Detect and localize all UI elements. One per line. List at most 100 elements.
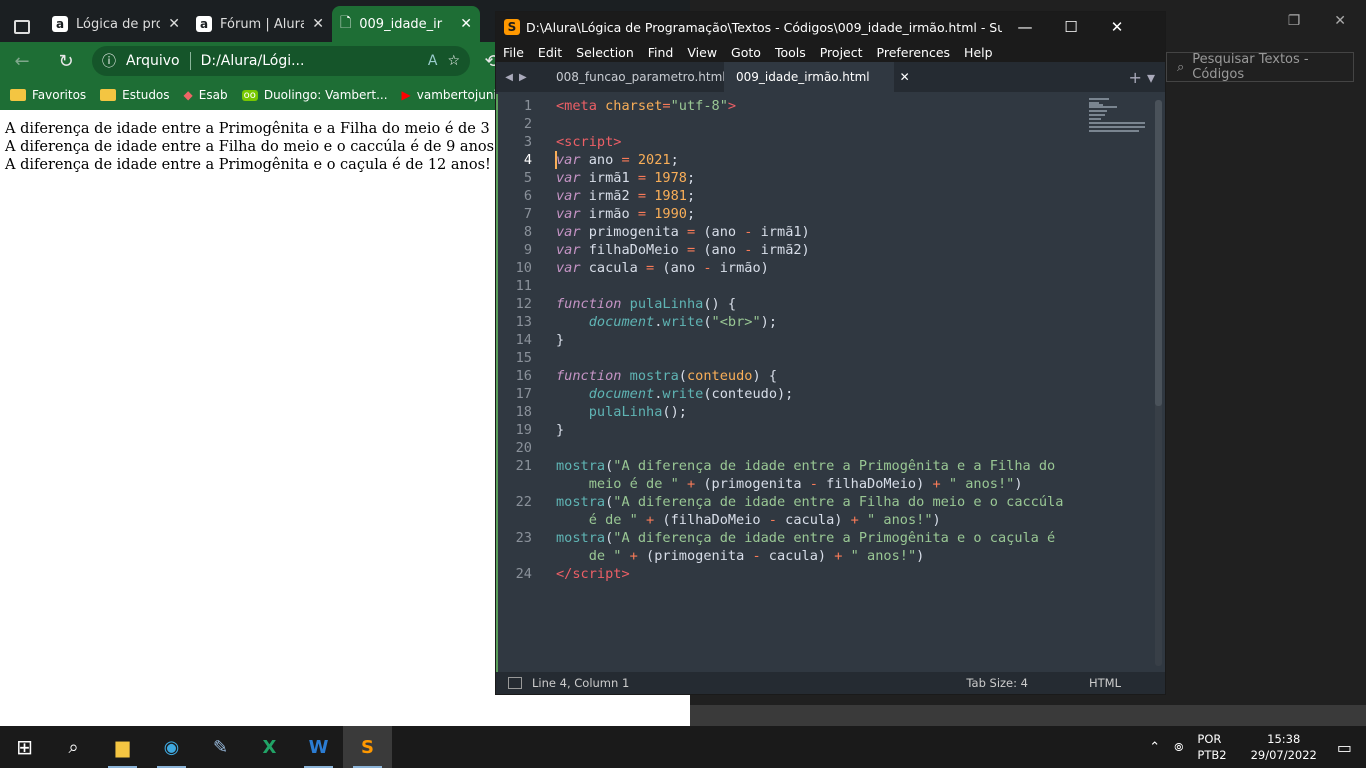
tab-nav-arrows[interactable]: ◀ ▶: [496, 62, 536, 92]
browser-tab-active[interactable]: 🗋 009_idade_irmã ✕: [332, 6, 480, 42]
search-icon[interactable]: ⌕: [49, 726, 98, 768]
window-title: D:\Alura\Lógica de Programação\Textos - …: [526, 19, 1002, 35]
menu-edit[interactable]: Edit: [531, 45, 569, 60]
address-bar[interactable]: ⓘ Arquivo D:/Alura/Lógi... A ☆: [92, 46, 470, 76]
code-line: document.write("<br>");: [588, 314, 778, 330]
line-number: 22: [515, 494, 532, 510]
address-value: D:/Alura/Lógi...: [200, 53, 305, 69]
menu-preferences[interactable]: Preferences: [870, 45, 958, 60]
code-line: mostra("A diferença de idade entre a Fil…: [556, 494, 1064, 510]
search-icon: ⌕: [1177, 59, 1185, 75]
line-number: 1: [523, 98, 532, 114]
line-number: 19: [515, 422, 532, 438]
menu-help[interactable]: Help: [957, 45, 1000, 60]
new-tab-plus-icon[interactable]: + ▾: [1128, 68, 1155, 87]
excel-icon[interactable]: X: [245, 726, 294, 768]
browser-tab[interactable]: a Lógica de prog ✕: [44, 6, 188, 42]
code-line: function mostra(conteudo) {: [556, 368, 778, 384]
close-icon[interactable]: ✕: [1334, 13, 1346, 29]
line-number-gutter: 1 2 3 4 5 6 7 8 9 10 11 12 13 14 15 16 17 18 19 20 21 22 23 24: [496, 94, 542, 676]
explorer-search-input[interactable]: ⌕ Pesquisar Textos - Códigos: [1166, 52, 1354, 82]
esab-icon: ◆: [183, 88, 193, 102]
add-favorite-icon[interactable]: ☆: [447, 53, 460, 69]
favorite-item[interactable]: Favoritos: [10, 88, 86, 102]
info-icon[interactable]: ⓘ: [102, 51, 116, 71]
close-tab-icon[interactable]: ✕: [168, 16, 180, 32]
notification-icon[interactable]: ▭: [1337, 738, 1352, 757]
line-number: 9: [523, 242, 532, 258]
menu-project[interactable]: Project: [813, 45, 870, 60]
sublime-taskbar-icon[interactable]: S: [343, 726, 392, 768]
sublime-logo-icon: S: [504, 19, 520, 35]
edge-icon[interactable]: ◉: [147, 726, 196, 768]
line-number: 18: [515, 404, 532, 420]
minimize-icon[interactable]: —: [1002, 18, 1048, 36]
word-icon[interactable]: W: [294, 726, 343, 768]
favorite-item[interactable]: ▶ vambertojunio: [402, 88, 505, 102]
left-arrow-icon[interactable]: ◀: [505, 72, 513, 83]
notepad-icon[interactable]: ✎: [196, 726, 245, 768]
close-icon[interactable]: ✕: [1094, 18, 1140, 36]
line-number: 5: [523, 170, 532, 186]
tab-actions-icon[interactable]: [14, 20, 30, 34]
restore-icon[interactable]: ❐: [1288, 13, 1301, 29]
language-indicator[interactable]: POR PTB2: [1197, 731, 1226, 763]
alura-favicon-icon: a: [52, 16, 68, 32]
favorite-item[interactable]: oo Duolingo: Vambert...: [241, 88, 388, 102]
code-line: var filhaDoMeio = (ano - irmã2): [556, 242, 810, 258]
line-number: 20: [515, 440, 532, 456]
close-tab-icon[interactable]: ✕: [900, 70, 910, 84]
browser-tab[interactable]: a Fórum | Alura ✕: [188, 6, 332, 42]
scrollbar-thumb[interactable]: [1155, 100, 1162, 406]
syntax-mode[interactable]: HTML: [1089, 676, 1121, 690]
favorite-label: Favoritos: [32, 88, 87, 102]
code-line: meio é de " + (primogenita - filhaDoMeio…: [556, 476, 1023, 492]
menu-find[interactable]: Find: [641, 45, 681, 60]
cursor-position[interactable]: Line 4, Column 1: [532, 676, 629, 690]
minimap[interactable]: [1089, 98, 1147, 148]
code-line: var irmã1 = 1978;: [556, 170, 696, 186]
close-tab-icon[interactable]: ✕: [460, 16, 472, 32]
line-number: 23: [515, 530, 532, 546]
code-line: var irmã2 = 1981;: [556, 188, 696, 204]
line-number: 4: [523, 152, 532, 168]
address-divider: [189, 52, 191, 70]
code-line: <script>: [556, 134, 622, 150]
maximize-icon[interactable]: ☐: [1048, 18, 1094, 36]
clock[interactable]: 15:38 29/07/2022: [1251, 731, 1317, 763]
code-line: var primogenita = (ano - irmã1): [556, 224, 810, 240]
menu-file[interactable]: File: [496, 45, 531, 60]
panel-toggle-icon[interactable]: [508, 677, 522, 689]
code-line: <meta charset="utf-8">: [556, 98, 737, 114]
browser-tab-title: 009_idade_irmã: [359, 16, 443, 32]
menu-selection[interactable]: Selection: [569, 45, 641, 60]
chevron-up-icon[interactable]: ⌃: [1149, 740, 1160, 755]
right-arrow-icon[interactable]: ▶: [519, 72, 527, 83]
youtube-icon: ▶: [401, 88, 411, 102]
system-tray: ⌃ ⦾ POR PTB2 15:38 29/07/2022 ▭: [1149, 726, 1366, 768]
menu-tools[interactable]: Tools: [768, 45, 813, 60]
close-tab-icon[interactable]: ✕: [312, 16, 324, 32]
code-editor[interactable]: 1 2 3 4 5 6 7 8 9 10 11 12 13 14 15 16 17 18 19 20 21 22 23 24 …: [496, 94, 1165, 676]
code-line: }: [556, 422, 565, 438]
back-arrow-icon[interactable]: ←: [0, 51, 44, 72]
read-aloud-icon[interactable]: A: [428, 53, 438, 69]
editor-tab[interactable]: 008_funcao_parametro.html ✕: [536, 62, 752, 92]
network-icon[interactable]: ⦾: [1174, 740, 1183, 755]
refresh-icon[interactable]: ↻: [44, 51, 88, 72]
tab-size[interactable]: Tab Size: 4: [966, 676, 1028, 690]
code-line: é de " + (filhaDoMeio - cacula) + " anos…: [556, 512, 941, 528]
sublime-text-window: S D:\Alura\Lógica de Programação\Textos …: [495, 11, 1166, 695]
line-number: 7: [523, 206, 532, 222]
editor-tab-active[interactable]: 009_idade_irmão.html ✕: [724, 62, 910, 92]
favorite-item[interactable]: Estudos: [100, 88, 170, 102]
start-button[interactable]: ⊞: [0, 726, 49, 768]
menu-view[interactable]: View: [680, 45, 724, 60]
text-caret: [555, 151, 557, 169]
favorite-label: Esab: [198, 88, 228, 102]
status-bar: Line 4, Column 1 Tab Size: 4 HTML: [496, 672, 1165, 694]
file-explorer-icon[interactable]: ▆: [98, 726, 147, 768]
browser-tab-title: Lógica de prog: [76, 16, 160, 32]
menu-goto[interactable]: Goto: [724, 45, 768, 60]
favorite-item[interactable]: ◆ Esab: [184, 88, 228, 102]
